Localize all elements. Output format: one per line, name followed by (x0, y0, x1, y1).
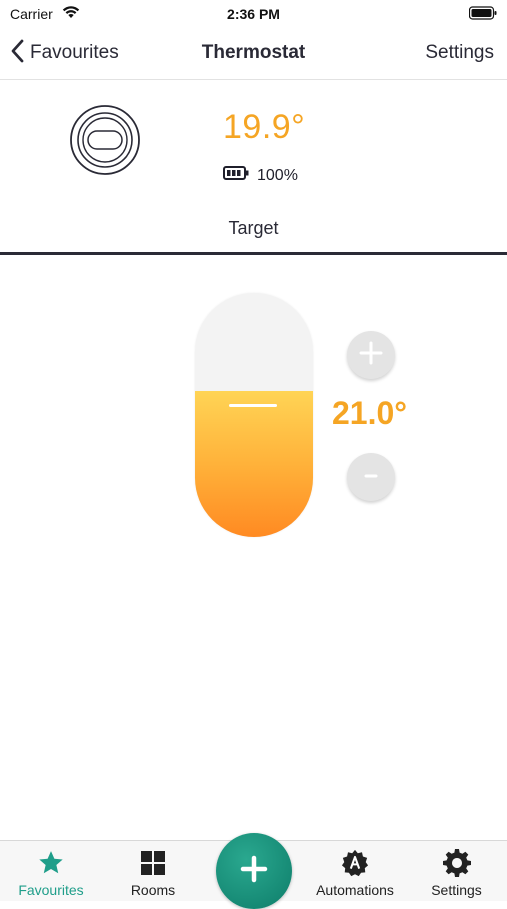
battery-percentage: 100% (257, 166, 298, 184)
target-level-fill (195, 391, 313, 537)
status-time: 2:36 PM (227, 6, 280, 22)
device-battery: 100% (223, 166, 298, 185)
chevron-left-icon (10, 39, 24, 68)
tab-settings[interactable]: Settings (406, 841, 507, 901)
battery-icon (223, 166, 249, 185)
current-temperature: 19.9° (223, 108, 306, 146)
status-battery-icon (468, 6, 497, 25)
tab-automations-label: Automations (316, 882, 394, 898)
plus-icon (240, 855, 268, 888)
decrease-temperature-button[interactable] (347, 453, 395, 501)
minus-icon (358, 462, 384, 493)
status-bar: Carrier 2:36 PM (0, 0, 507, 28)
tab-rooms-label: Rooms (130, 882, 176, 898)
tab-settings-label: Settings (431, 882, 482, 898)
thermostat-device-icon (69, 104, 141, 181)
back-button[interactable]: Favourites (10, 39, 119, 67)
settings-button[interactable]: Settings (425, 42, 494, 64)
gear-icon (442, 849, 471, 877)
star-icon (37, 849, 65, 877)
back-button-label: Favourites (30, 42, 119, 63)
slider-handle[interactable] (229, 404, 277, 407)
tab-automations[interactable]: Automations (304, 841, 406, 901)
grid-icon (139, 849, 167, 877)
target-temperature-value: 21.0° (332, 395, 408, 431)
target-temperature-slider[interactable] (195, 293, 313, 537)
section-divider (0, 252, 507, 255)
tab-favourites[interactable]: Favourites (0, 841, 102, 901)
increase-temperature-button[interactable] (347, 331, 395, 379)
tab-rooms[interactable]: Rooms (102, 841, 204, 901)
add-button[interactable] (216, 833, 292, 909)
tab-favourites-label: Favourites (18, 882, 84, 898)
automations-badge-icon (341, 849, 369, 877)
navigation-bar: Favourites Thermostat Settings (0, 28, 507, 80)
plus-icon (358, 340, 384, 371)
target-section-label: Target (228, 218, 279, 238)
